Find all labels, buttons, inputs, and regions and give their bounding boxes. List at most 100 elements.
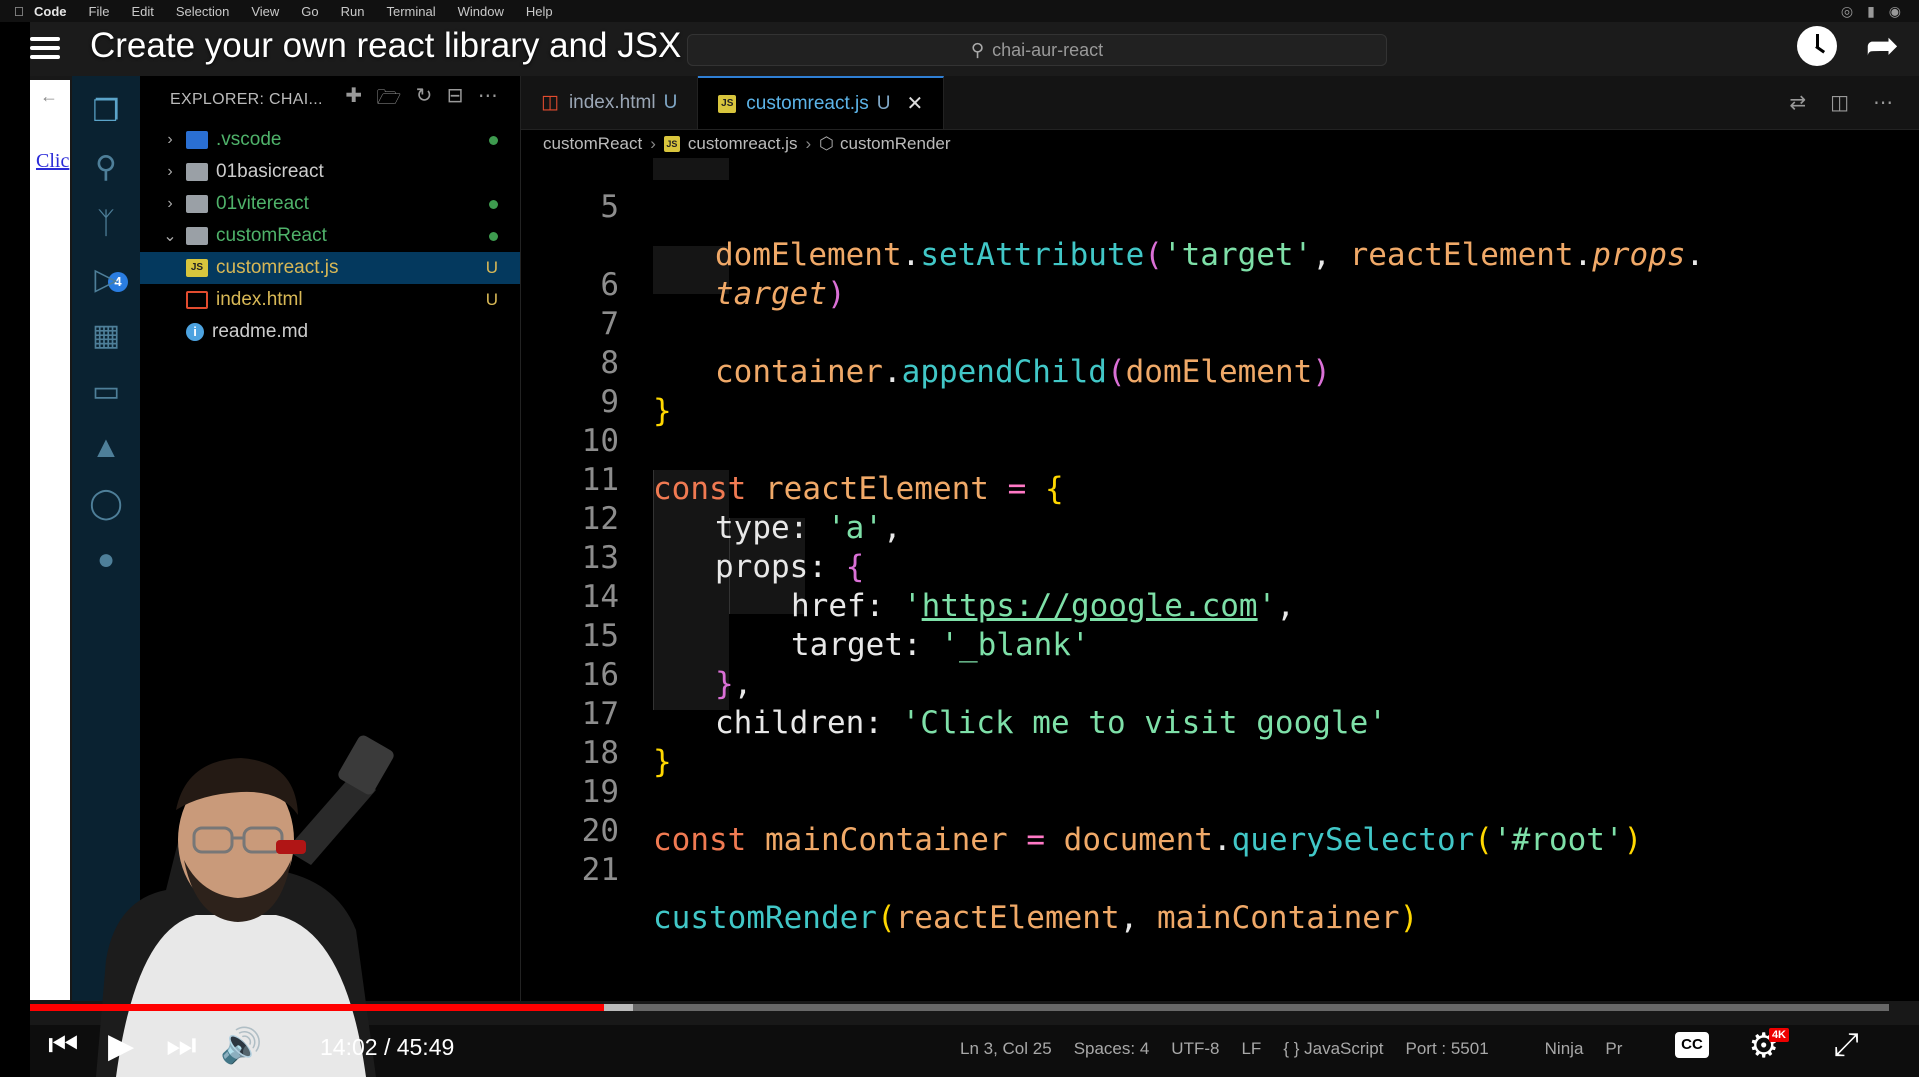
menu-help[interactable]: Help xyxy=(526,4,553,19)
javascript-file-icon: JS xyxy=(718,94,737,113)
html-file-icon: ◫ xyxy=(541,92,559,113)
tree-item-01basicreact[interactable]: › 01basicreact xyxy=(140,156,520,188)
menu-view[interactable]: View xyxy=(251,4,279,19)
status-dot xyxy=(489,135,498,145)
code-editor[interactable]: 5 domElement.setAttribute('target', reac… xyxy=(521,158,1919,1001)
apple-icon[interactable]:  xyxy=(14,4,34,19)
menu-go[interactable]: Go xyxy=(301,4,318,19)
folder-icon xyxy=(186,195,208,213)
code-line: 21 customRender(reactElement, mainContai… xyxy=(521,798,1419,936)
menu-window[interactable]: Window xyxy=(458,4,504,19)
docker-icon[interactable]: ▲ xyxy=(88,430,124,466)
exit-fullscreen-icon[interactable]: ⤢ xyxy=(1833,1026,1859,1064)
volume-icon[interactable]: 🔊 xyxy=(220,1026,262,1066)
command-center-search[interactable]: ⚲ chai-aur-react xyxy=(687,34,1387,66)
run-debug-icon[interactable]: ▷ xyxy=(88,262,124,298)
menu-terminal[interactable]: Terminal xyxy=(387,4,436,19)
workspace-name: chai-aur-react xyxy=(992,39,1104,60)
explorer-title: EXPLORER: CHAI... xyxy=(170,91,323,108)
split-editor-icon[interactable]: ◫ xyxy=(1830,90,1849,115)
tree-item-customreact-js[interactable]: JS customreact.js U xyxy=(140,252,520,284)
breadcrumb: customReact › JS customreact.js › ⬡ cust… xyxy=(521,130,1919,158)
refresh-icon[interactable]: ↻ xyxy=(416,83,433,117)
share-icon[interactable]: ➦ xyxy=(1865,26,1899,66)
folder-open-icon xyxy=(186,227,208,245)
macos-menu-bar:  Code File Edit Selection View Go Run T… xyxy=(0,0,1919,22)
captions-button[interactable]: CC xyxy=(1675,1032,1709,1058)
menu-file[interactable]: File xyxy=(89,4,110,19)
browser-preview-strip: ← Clic xyxy=(30,80,70,1000)
google-link[interactable]: Clic xyxy=(36,150,69,173)
chevron-right-icon: › xyxy=(805,134,812,153)
github-icon[interactable]: ◯ xyxy=(88,486,124,522)
symbol-method-icon: ⬡ xyxy=(819,134,834,153)
close-icon[interactable]: ✕ xyxy=(907,91,924,116)
collapse-all-icon[interactable]: ⊟ xyxy=(447,83,464,117)
javascript-file-icon: JS xyxy=(186,259,208,277)
back-arrow-icon[interactable]: ← xyxy=(40,86,58,107)
progress-buffered xyxy=(603,1004,634,1011)
source-control-icon[interactable]: ᛉ xyxy=(88,206,124,242)
editor-tabs: ◫ index.html U JS customreact.js U ✕ ⇄ ◫… xyxy=(521,76,1919,130)
compare-changes-icon[interactable]: ⇄ xyxy=(1789,90,1806,115)
tab-label: customreact.js xyxy=(746,92,869,114)
tree-item-01vitereact[interactable]: › 01vitereact xyxy=(140,188,520,220)
control-center-icon[interactable]: ◉ xyxy=(1889,3,1901,20)
more-actions-icon[interactable]: ⋯ xyxy=(478,83,498,117)
menu-run[interactable]: Run xyxy=(341,4,365,19)
quality-4k-badge: 4K xyxy=(1768,1028,1789,1042)
tree-item-label: 01vitereact xyxy=(216,193,309,214)
play-icon[interactable]: ▶ xyxy=(108,1026,134,1066)
tab-status: U xyxy=(663,91,678,113)
tab-status: U xyxy=(876,92,891,114)
playlist-menu-icon[interactable] xyxy=(30,32,66,68)
live-share-icon[interactable]: ● xyxy=(88,542,124,578)
previous-icon[interactable]: ⏮ xyxy=(48,1026,79,1065)
explorer-header: EXPLORER: CHAI... ✚ 🗁 ↻ ⊟ ⋯ xyxy=(140,76,520,124)
new-file-icon[interactable]: ✚ xyxy=(345,83,362,117)
chevron-right-icon: › xyxy=(167,163,173,180)
breadcrumb-file[interactable]: customreact.js xyxy=(688,134,798,154)
more-actions-icon[interactable]: ⋯ xyxy=(1873,90,1893,115)
tab-index-html[interactable]: ◫ index.html U xyxy=(521,76,699,129)
chevron-right-icon: › xyxy=(650,134,656,153)
watch-later-icon[interactable] xyxy=(1797,26,1838,66)
folder-icon xyxy=(186,131,208,149)
tree-item-vscode[interactable]: › .vscode xyxy=(140,124,520,156)
explorer-icon[interactable]: ❐ xyxy=(88,94,124,130)
search-icon: ⚲ xyxy=(970,39,985,60)
tab-customreact-js[interactable]: JS customreact.js U ✕ xyxy=(698,76,945,129)
line-number: 21 xyxy=(581,852,619,888)
untracked-badge: U xyxy=(485,258,498,277)
search-icon[interactable]: ⚲ xyxy=(88,150,124,186)
untracked-badge: U xyxy=(485,290,498,309)
tree-item-index-html[interactable]: index.html U xyxy=(140,284,520,316)
tree-item-label: customreact.js xyxy=(216,257,339,278)
video-controls: ⏮ ▶ ⏭ 🔊 14:02 / 45:49 CC ⚙ 4K ⤢ xyxy=(30,1020,1889,1072)
tree-item-label: customReact xyxy=(216,225,327,246)
javascript-file-icon: JS xyxy=(663,136,680,152)
tab-label: index.html xyxy=(568,91,656,113)
next-icon[interactable]: ⏭ xyxy=(166,1026,197,1065)
tree-item-readme[interactable]: i readme.md xyxy=(140,316,520,348)
tree-item-label: .vscode xyxy=(216,129,282,150)
tree-item-customreact[interactable]: ⌄ customReact xyxy=(140,220,520,252)
video-progress-bar[interactable] xyxy=(30,1004,1889,1011)
title-bar: ⚲ chai-aur-react xyxy=(30,22,1919,76)
video-time: 14:02 / 45:49 xyxy=(320,1034,455,1060)
new-folder-icon[interactable]: 🗁 xyxy=(376,83,401,117)
menu-code[interactable]: Code xyxy=(34,4,67,19)
menu-edit[interactable]: Edit xyxy=(131,4,153,19)
editor-area: ◫ index.html U JS customreact.js U ✕ ⇄ ◫… xyxy=(521,76,1919,1001)
battery-icon[interactable]: ▮ xyxy=(1867,3,1875,20)
tree-item-label: 01basicreact xyxy=(216,161,324,182)
wifi-icon[interactable]: ◎ xyxy=(1841,3,1853,20)
remote-explorer-icon[interactable]: ▭ xyxy=(88,374,124,410)
chevron-right-icon: › xyxy=(167,131,173,148)
menu-selection[interactable]: Selection xyxy=(176,4,229,19)
breadcrumb-folder[interactable]: customReact xyxy=(543,134,642,154)
status-dot xyxy=(489,199,498,209)
progress-played xyxy=(30,1004,604,1011)
breadcrumb-symbol[interactable]: customRender xyxy=(840,134,951,154)
extensions-icon[interactable]: ▦ xyxy=(88,318,124,354)
